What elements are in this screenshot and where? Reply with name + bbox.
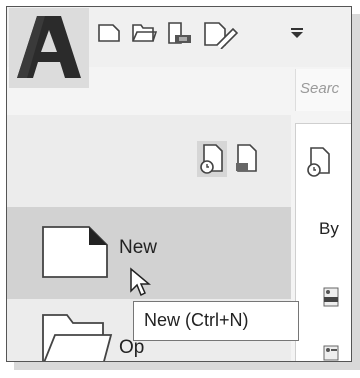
dwg-file-icon[interactable] [323, 287, 339, 307]
mouse-cursor-icon [130, 267, 151, 297]
customize-dropdown-icon[interactable] [290, 26, 304, 40]
frame-shadow-right [352, 14, 360, 368]
tooltip: New (Ctrl+N) [133, 301, 299, 341]
open-documents-icon[interactable] [233, 141, 263, 177]
dwg-file-icon[interactable] [323, 345, 339, 361]
menu-item-new-label: New [119, 237, 158, 258]
open-icon[interactable] [131, 21, 157, 45]
recent-documents-icon[interactable] [197, 141, 227, 177]
application-button[interactable] [9, 8, 89, 88]
application-menu-window: Searc New Op By New (Ctrl+N) [6, 6, 352, 362]
search-input[interactable]: Searc [295, 69, 351, 111]
new-icon[interactable] [97, 21, 121, 45]
save-icon[interactable] [165, 21, 193, 47]
plot-icon[interactable] [203, 21, 239, 49]
sort-by-label[interactable]: By [319, 219, 339, 239]
autocad-logo-icon [17, 16, 81, 78]
new-document-icon [42, 226, 108, 278]
frame-shadow-bottom [14, 362, 360, 370]
recent-documents-icon[interactable] [305, 145, 331, 179]
open-folder-icon [42, 314, 113, 361]
